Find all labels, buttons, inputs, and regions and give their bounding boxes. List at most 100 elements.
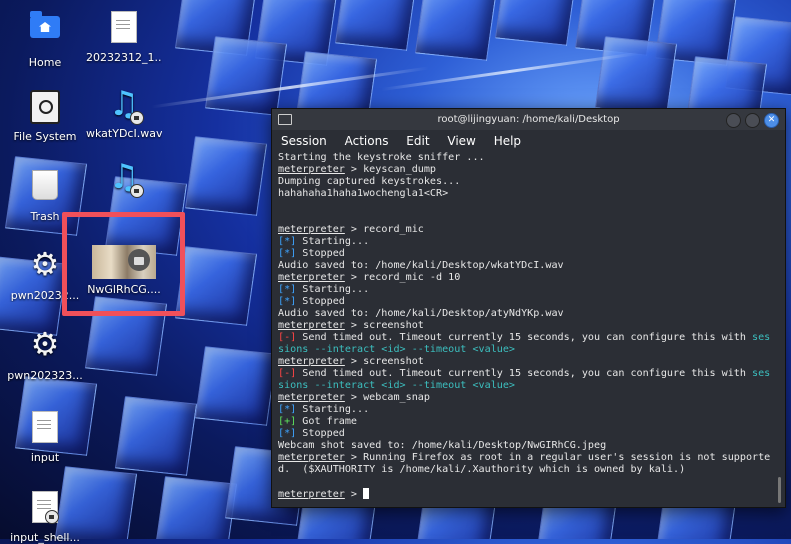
desktop-icon-pwn-2[interactable]: ⚙ pwn202323...	[7, 326, 83, 382]
line-text: Starting the keystroke sniffer ...	[278, 152, 485, 163]
status-tag: [*]	[278, 248, 297, 259]
line-text: Starting...	[296, 404, 370, 415]
prompt-label: meterpreter	[278, 224, 345, 235]
desktop-icon-label: 20232312_1...	[86, 51, 162, 64]
status-tag: [*]	[278, 284, 297, 295]
terminal-line: Webcam shot saved to: /home/kali/Desktop…	[278, 440, 779, 452]
line-text: Stopped	[296, 428, 345, 439]
line-text: Stopped	[296, 296, 345, 307]
desktop-icon-label: Home	[28, 56, 62, 69]
desktop-icon-label: wkatYDcI.wav	[86, 127, 162, 140]
terminal-output[interactable]: Starting the keystroke sniffer ... meterp…	[272, 152, 785, 507]
line-tail: sions --interact <id> --timeout <value>	[278, 344, 516, 355]
terminal-line: meterpreter > screenshot	[278, 356, 779, 368]
line-text: Audio saved to: /home/kali/Desktop/atyNd…	[278, 308, 564, 319]
desktop-icon-label: NwGlRhCG....	[87, 283, 161, 296]
menu-edit[interactable]: Edit	[406, 134, 429, 148]
prompt-label: meterpreter	[278, 452, 345, 463]
line-text: > webcam_snap	[344, 392, 430, 403]
terminal-menubar: Session Actions Edit View Help	[272, 130, 785, 152]
status-tag: [+]	[278, 416, 297, 427]
lock-icon	[45, 510, 59, 524]
desktop-icon-label: input	[30, 451, 60, 464]
terminal-scrollbar[interactable]	[778, 477, 781, 503]
prompt-label: meterpreter	[278, 164, 345, 175]
trash-icon	[32, 170, 58, 200]
line-text: > screenshot	[344, 356, 424, 367]
terminal-titlebar[interactable]: root@lijingyuan: /home/kali/Desktop ✕	[272, 109, 785, 130]
menu-view[interactable]: View	[447, 134, 475, 148]
maximize-button[interactable]	[745, 113, 760, 128]
desktop-icon-jpeg[interactable]: NwGlRhCG....	[86, 245, 162, 296]
image-thumbnail	[92, 245, 156, 279]
line-tail: ses	[752, 368, 771, 379]
text-file-icon	[111, 11, 137, 43]
lock-icon	[130, 111, 144, 125]
line-text: d. ($XAUTHORITY is /home/kali/.Xauthorit…	[278, 464, 686, 475]
audio-file-icon: ♫	[106, 160, 144, 198]
line-text: >	[344, 489, 364, 500]
executable-gear-icon: ⚙	[30, 245, 60, 283]
close-button[interactable]: ✕	[764, 113, 779, 128]
line-text: Got frame	[296, 416, 358, 427]
terminal-line: meterpreter > record_mic -d 10	[278, 272, 779, 284]
line-text: Webcam shot saved to: /home/kali/Desktop…	[278, 440, 607, 451]
desktop-icon-file-system[interactable]: File System	[7, 87, 83, 143]
menu-actions[interactable]: Actions	[345, 134, 389, 148]
text-cursor	[363, 488, 370, 499]
desktop-icon-home[interactable]: Home	[7, 8, 83, 69]
terminal-line: [+] Got frame	[278, 416, 779, 428]
line-text: hahahaha1haha1wochengla1<CR>	[278, 188, 449, 199]
terminal-line: [*] Stopped	[278, 428, 779, 440]
status-tag: [*]	[278, 236, 297, 247]
line-text: > Running Firefox as root in a regular u…	[344, 452, 771, 463]
menu-help[interactable]: Help	[494, 134, 521, 148]
prompt-label: meterpreter	[278, 489, 345, 500]
line-text: Stopped	[296, 248, 345, 259]
terminal-line: meterpreter > record_mic	[278, 224, 779, 236]
desktop-icon-text-file[interactable]: 20232312_1...	[86, 8, 162, 64]
desktop-icon-input-shell[interactable]: input_shell...	[7, 488, 83, 544]
desktop-icon-input[interactable]: input	[7, 408, 83, 464]
lock-icon	[128, 249, 150, 271]
terminal-line: [*] Starting...	[278, 236, 779, 248]
status-tag: [*]	[278, 404, 297, 415]
prompt-label: meterpreter	[278, 272, 345, 283]
terminal-line: Dumping captured keystrokes...	[278, 176, 779, 188]
lock-icon	[130, 184, 144, 198]
terminal-line: meterpreter >	[278, 488, 779, 500]
terminal-line: [-] Send timed out. Timeout currently 15…	[278, 332, 779, 344]
line-tail: ses	[752, 332, 771, 343]
terminal-line: Audio saved to: /home/kali/Desktop/atyNd…	[278, 308, 779, 320]
home-folder-icon	[30, 11, 60, 38]
line-tail: sions --interact <id> --timeout <value>	[278, 380, 516, 391]
terminal-window[interactable]: root@lijingyuan: /home/kali/Desktop ✕ Se…	[271, 108, 786, 508]
terminal-line: [-] Send timed out. Timeout currently 15…	[278, 368, 779, 380]
drive-icon	[30, 90, 60, 124]
terminal-line: sions --interact <id> --timeout <value>	[278, 380, 779, 392]
desktop-icon-audio-wav[interactable]: ♫ wkatYDcI.wav	[86, 87, 162, 140]
text-file-icon	[32, 491, 59, 524]
prompt-label: meterpreter	[278, 356, 345, 367]
text-file-icon	[32, 411, 58, 443]
minimize-button[interactable]	[726, 113, 741, 128]
line-text: Send timed out. Timeout currently 15 sec…	[296, 332, 753, 343]
prompt-label: meterpreter	[278, 392, 345, 403]
menu-session[interactable]: Session	[281, 134, 327, 148]
terminal-app-icon	[278, 114, 292, 125]
desktop-icon-label: File System	[13, 130, 77, 143]
terminal-line: Starting the keystroke sniffer ...	[278, 152, 779, 164]
terminal-line: hahahaha1haha1wochengla1<CR>	[278, 188, 779, 200]
terminal-line: sions --interact <id> --timeout <value>	[278, 344, 779, 356]
terminal-line: meterpreter > keyscan_dump	[278, 164, 779, 176]
line-text: > screenshot	[344, 320, 424, 331]
terminal-line: d. ($XAUTHORITY is /home/kali/.Xauthorit…	[278, 464, 779, 476]
terminal-line: [*] Starting...	[278, 404, 779, 416]
desktop-icon-audio-2[interactable]: ♫	[86, 160, 162, 200]
terminal-line: meterpreter > screenshot	[278, 320, 779, 332]
status-tag: [*]	[278, 296, 297, 307]
status-tag: [*]	[278, 428, 297, 439]
